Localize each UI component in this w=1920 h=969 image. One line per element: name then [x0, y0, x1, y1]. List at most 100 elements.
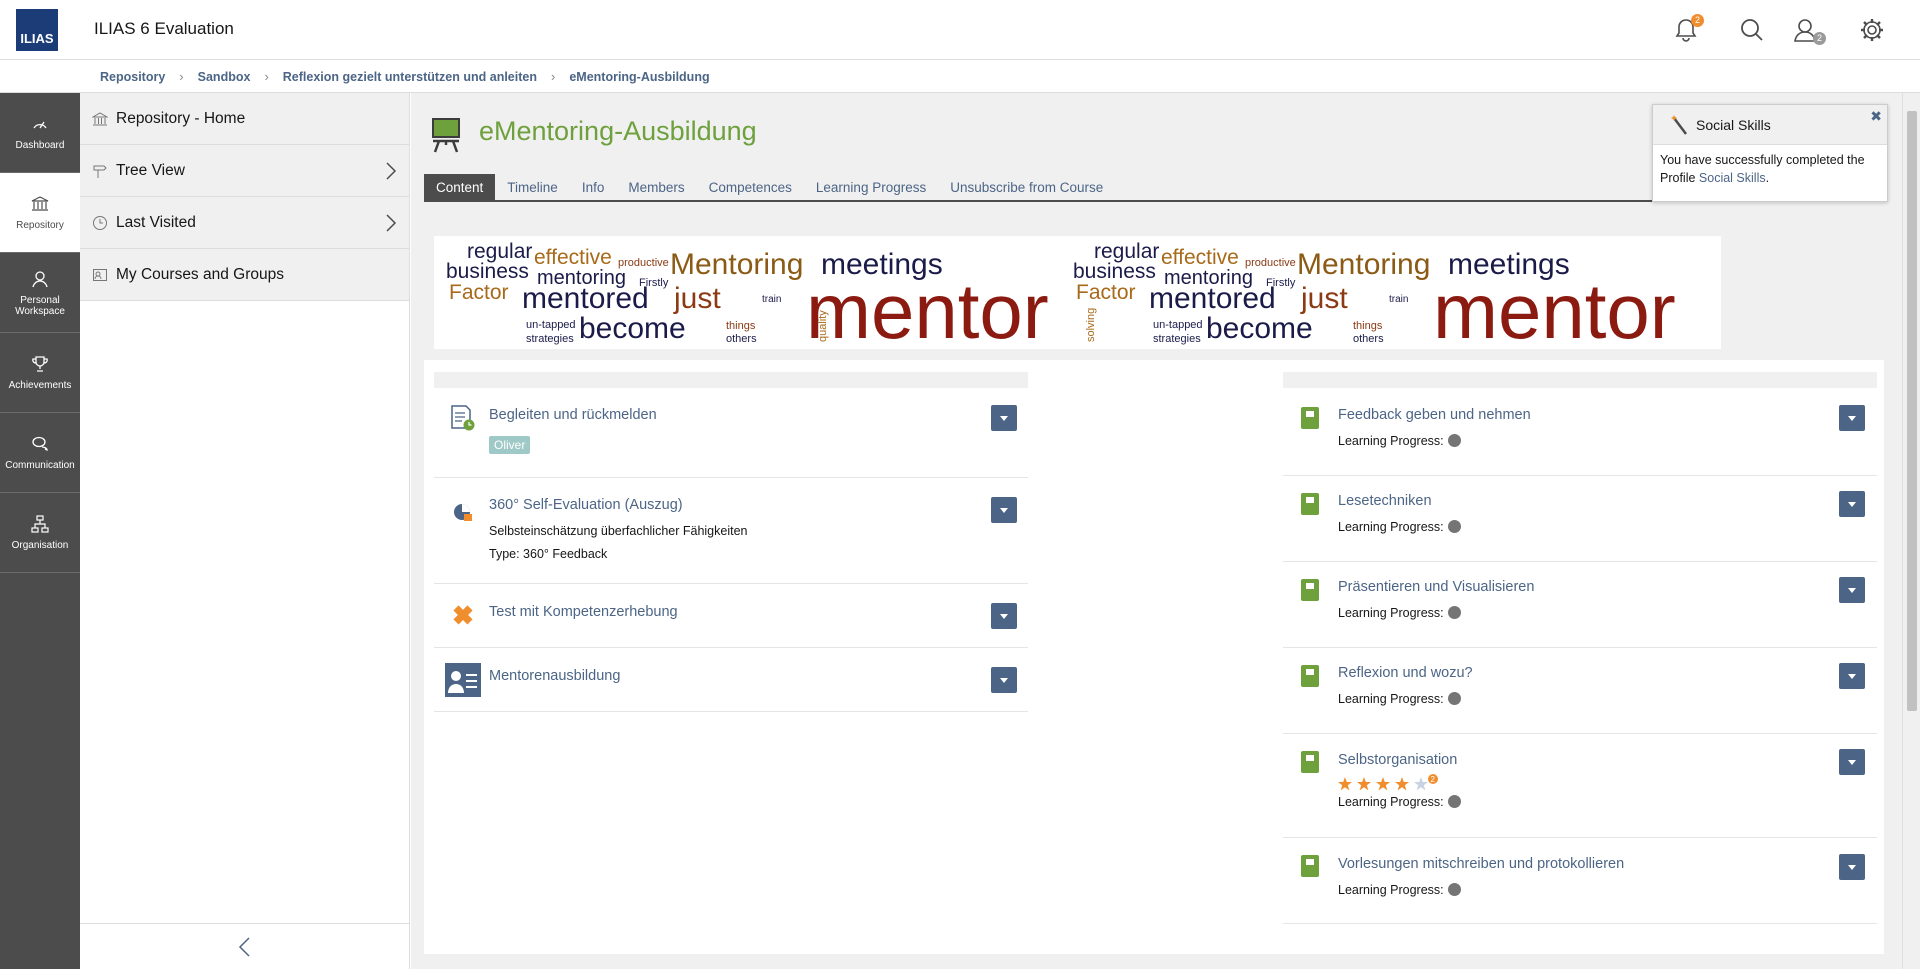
- notifications-button[interactable]: 2: [1672, 14, 1704, 44]
- learning-progress-status-icon: [1447, 692, 1461, 705]
- list-item: Test mit Kompetenzerhebung: [434, 584, 1028, 648]
- mainbar-item-personal-workspace[interactable]: Personal Workspace: [0, 253, 80, 333]
- item-property: Type: 360° Feedback: [489, 547, 608, 561]
- learning-module-icon: [1301, 751, 1319, 773]
- learning-module-icon: [1301, 407, 1319, 429]
- breadcrumb-item[interactable]: eMentoring-Ausbildung: [569, 70, 709, 84]
- tab-unsubscribe[interactable]: Unsubscribe from Course: [938, 174, 1115, 200]
- ilias-logo[interactable]: ILIAS: [16, 9, 58, 51]
- word: just: [673, 282, 721, 315]
- app-title: ILIAS 6 Evaluation: [94, 19, 234, 38]
- slate-collapse-button[interactable]: [80, 923, 410, 969]
- tab-members[interactable]: Members: [616, 174, 696, 200]
- learning-progress-label: Learning Progress:: [1338, 883, 1461, 897]
- mainbar-item-label: Organisation: [11, 540, 69, 551]
- mainbar-item-communication[interactable]: Communication: [0, 413, 80, 493]
- item-title-link[interactable]: Lesetechniken: [1338, 493, 1432, 509]
- item-title-link[interactable]: Test mit Kompetenzerhebung: [489, 604, 678, 620]
- scrollbar-thumb[interactable]: [1907, 111, 1917, 711]
- breadcrumb-item[interactable]: Reflexion gezielt unterstützen und anlei…: [283, 70, 537, 84]
- search-icon: [1741, 19, 1763, 41]
- breadcrumb-item[interactable]: Sandbox: [198, 70, 251, 84]
- star-filled-icon[interactable]: [1395, 777, 1409, 791]
- slate-item-label: Repository - Home: [116, 109, 246, 127]
- actions-dropdown-button[interactable]: [1839, 491, 1865, 517]
- slate-item-my-courses-and-groups[interactable]: My Courses and Groups: [80, 249, 409, 301]
- test-icon: [453, 605, 473, 625]
- search-button[interactable]: [1738, 16, 1766, 44]
- mainbar-item-achievements[interactable]: Achievements: [0, 333, 80, 413]
- actions-dropdown-button[interactable]: [1839, 663, 1865, 689]
- tab-timeline[interactable]: Timeline: [495, 174, 570, 200]
- settings-button[interactable]: [1858, 16, 1886, 44]
- learning-progress-label: Learning Progress:: [1338, 692, 1461, 706]
- item-title-link[interactable]: 360° Self-Evaluation (Auszug): [489, 497, 683, 513]
- learning-progress-status-icon: [1447, 883, 1461, 896]
- word: things: [726, 320, 756, 332]
- slate-item-label: Last Visited: [116, 213, 196, 231]
- tab-info[interactable]: Info: [570, 174, 617, 200]
- breadcrumb-item[interactable]: Repository: [100, 70, 165, 84]
- actions-dropdown-button[interactable]: [991, 405, 1017, 431]
- trophy-icon: [32, 356, 48, 372]
- mainbar-item-repository[interactable]: Repository: [0, 173, 80, 253]
- learning-module-icon: [1301, 493, 1319, 515]
- slate-item-last-visited[interactable]: Last Visited: [80, 197, 409, 249]
- item-title-link[interactable]: Begleiten und rückmelden: [489, 407, 657, 423]
- mainbar-item-organisation[interactable]: Organisation: [0, 493, 80, 573]
- actions-dropdown-button[interactable]: [991, 603, 1017, 629]
- popover-body: You have successfully completed the Prof…: [1653, 145, 1887, 193]
- word: solving: [1085, 308, 1097, 342]
- list-item: Vorlesungen mitschreiben und protokollie…: [1283, 838, 1877, 924]
- actions-dropdown-button[interactable]: [1839, 577, 1865, 603]
- page-scrollbar[interactable]: [1902, 93, 1920, 969]
- mainbar-item-label: Communication: [5, 460, 75, 471]
- tab-content[interactable]: Content: [424, 174, 496, 200]
- tab-competences[interactable]: Competences: [697, 174, 804, 200]
- communication-icon: [32, 436, 48, 452]
- item-title-link[interactable]: Vorlesungen mitschreiben und protokollie…: [1338, 856, 1624, 872]
- learning-progress-text: Learning Progress:: [1338, 606, 1444, 620]
- item-title-link[interactable]: Feedback geben und nehmen: [1338, 407, 1531, 423]
- item-title-link[interactable]: Präsentieren und Visualisieren: [1338, 579, 1534, 595]
- item-title-link[interactable]: Selbstorganisation: [1338, 752, 1457, 768]
- repository-icon: [31, 196, 49, 211]
- star-filled-icon[interactable]: [1376, 777, 1390, 791]
- slate-item-tree-view[interactable]: Tree View: [80, 145, 409, 197]
- close-icon[interactable]: ✖: [1870, 108, 1882, 125]
- header: ILIAS ILIAS 6 Evaluation 2 2: [0, 0, 1920, 60]
- star-filled-icon[interactable]: [1338, 777, 1352, 791]
- word-cloud-tile: regular effective Mentoring meetings bus…: [446, 240, 1097, 349]
- star-empty-icon[interactable]: [1414, 777, 1428, 791]
- item-title-link[interactable]: Mentorenausbildung: [489, 668, 620, 684]
- popover-link[interactable]: Social Skills: [1699, 171, 1766, 185]
- column-header-left: [434, 372, 1028, 388]
- word: others: [726, 333, 757, 345]
- word: Mentoring: [670, 248, 803, 281]
- learning-progress-text: Learning Progress:: [1338, 692, 1444, 706]
- learning-progress-text: Learning Progress:: [1338, 434, 1444, 448]
- learning-module-icon: [1301, 855, 1319, 877]
- tab-learning-progress[interactable]: Learning Progress: [804, 174, 938, 200]
- mainbar-item-label: Dashboard: [15, 140, 65, 151]
- chevron-right-icon: [386, 162, 397, 180]
- actions-dropdown-button[interactable]: [991, 667, 1017, 693]
- word: quality: [817, 310, 829, 342]
- item-title-link[interactable]: Reflexion und wozu?: [1338, 665, 1473, 681]
- list-item: Begleiten und rückmelden Oliver: [434, 390, 1028, 478]
- list-item: Präsentieren und Visualisieren Learning …: [1283, 562, 1877, 648]
- word: Factor: [1076, 281, 1136, 304]
- learning-progress-status-icon: [1447, 434, 1461, 447]
- actions-dropdown-button[interactable]: [991, 497, 1017, 523]
- actions-dropdown-button[interactable]: [1839, 405, 1865, 431]
- star-filled-icon[interactable]: [1357, 777, 1371, 791]
- actions-dropdown-button[interactable]: [1839, 854, 1865, 880]
- mainbar-item-dashboard[interactable]: Dashboard: [0, 93, 80, 173]
- user-button[interactable]: 2: [1792, 16, 1826, 45]
- actions-dropdown-button[interactable]: [1839, 749, 1865, 775]
- star-rating[interactable]: 2: [1338, 774, 1448, 791]
- slate-repository: Repository - Home Tree View Last Visited…: [80, 93, 410, 969]
- list-item: Feedback geben und nehmen Learning Progr…: [1283, 390, 1877, 476]
- word: un-tapped: [526, 319, 576, 331]
- slate-item-repository-home[interactable]: Repository - Home: [80, 93, 409, 145]
